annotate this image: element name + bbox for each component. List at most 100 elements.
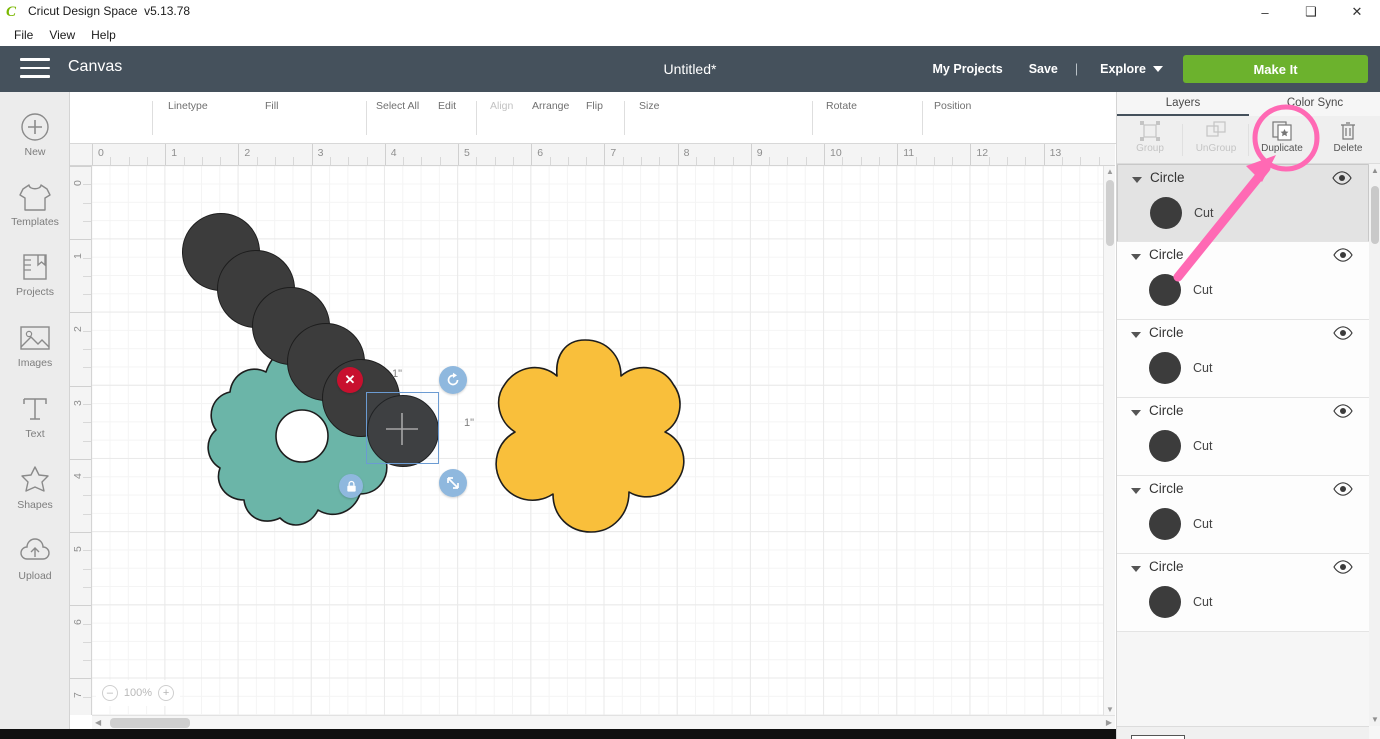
blank-canvas-layer[interactable]: Blank Canvas [1117, 726, 1369, 739]
tshirt-icon [0, 180, 70, 214]
layer-name: Circle [1149, 481, 1184, 496]
group-label: Group [1136, 143, 1164, 154]
tab-color-sync[interactable]: Color Sync [1249, 92, 1380, 116]
resize-handle-icon[interactable] [439, 469, 467, 497]
scroll-right-arrow-icon[interactable]: ▶ [1106, 718, 1112, 727]
layer-expand-caret-icon[interactable] [1132, 177, 1142, 183]
layer-row[interactable]: Circle Cut [1117, 320, 1369, 398]
layer-row[interactable]: Circle Cut [1117, 242, 1369, 320]
sidebar-item-shapes[interactable]: Shapes [0, 463, 70, 511]
layer-row[interactable]: Circle Cut [1117, 398, 1369, 476]
explore-dropdown[interactable]: Explore [1082, 62, 1169, 76]
ruler-tick [1043, 144, 1045, 165]
ruler-tick [70, 678, 91, 680]
save-button[interactable]: Save [1016, 62, 1071, 76]
layer-row[interactable]: Circle Cut [1117, 476, 1369, 554]
menu-file[interactable]: File [6, 26, 41, 44]
layer-color-swatch[interactable] [1149, 274, 1181, 306]
ruler-tick [70, 239, 91, 241]
eye-visible-icon[interactable] [1332, 171, 1352, 188]
sidebar-item-images[interactable]: Images [0, 321, 70, 369]
ruler-tick-minor [83, 257, 91, 259]
minus-circle-icon[interactable]: – [101, 685, 118, 701]
delete-handle-icon[interactable]: ✕ [337, 367, 363, 393]
scroll-up-arrow-icon[interactable]: ▲ [1106, 167, 1114, 176]
ruler-tick-minor [146, 157, 148, 165]
layer-expand-caret-icon[interactable] [1131, 254, 1141, 260]
chevron-down-icon [1153, 66, 1163, 72]
scrollbar-thumb[interactable] [1106, 180, 1114, 246]
position-label: Position [934, 100, 972, 112]
scroll-down-arrow-icon[interactable]: ▼ [1106, 705, 1114, 714]
ruler-tick-minor [83, 660, 91, 662]
layers-scrollbar[interactable]: ▲ ▼ [1369, 164, 1380, 726]
eye-visible-icon[interactable] [1333, 326, 1353, 345]
tab-layers[interactable]: Layers [1117, 92, 1249, 116]
eye-visible-icon[interactable] [1333, 482, 1353, 501]
scrollbar-thumb[interactable] [110, 718, 190, 728]
plus-circle-icon[interactable]: + [158, 685, 175, 701]
right-panel: Layers Color Sync Group UnGroup Duplicat… [1116, 92, 1380, 739]
align-label: Align [490, 100, 514, 112]
ruler-tick-minor [83, 550, 91, 552]
minimize-icon[interactable]: – [1242, 0, 1288, 24]
restore-icon[interactable]: ❑ [1288, 0, 1334, 24]
layer-expand-caret-icon[interactable] [1131, 488, 1141, 494]
ruler-tick-minor [439, 157, 441, 165]
ruler-tick [92, 144, 93, 165]
layers-list[interactable]: Circle Cut Circle Cut Circle Cut Circle Cut Circ… [1117, 164, 1369, 726]
layer-color-swatch[interactable] [1149, 352, 1181, 384]
layer-expand-caret-icon[interactable] [1131, 410, 1141, 416]
layer-expand-caret-icon[interactable] [1131, 566, 1141, 572]
ruler-label: 0 [98, 147, 104, 159]
layer-row[interactable]: Circle Cut [1117, 554, 1369, 632]
lock-handle-icon[interactable] [339, 474, 363, 498]
shapes-star-icon [0, 463, 70, 497]
ruler-tick [70, 166, 91, 167]
rotate-handle-icon[interactable] [439, 366, 467, 394]
layer-color-swatch[interactable] [1150, 197, 1182, 229]
ruler-tick-minor [83, 495, 91, 497]
scrollbar-thumb[interactable] [1371, 186, 1379, 244]
design-canvas[interactable]: 1" 1" ✕ [92, 166, 1115, 715]
sidebar-item-new[interactable]: New [0, 110, 70, 158]
ruler-tick-minor [83, 477, 91, 479]
sidebar-item-text[interactable]: Text [0, 392, 70, 440]
layer-color-swatch[interactable] [1149, 430, 1181, 462]
make-it-button[interactable]: Make It [1183, 55, 1368, 83]
left-sidebar: New Templates Projects Images Text Shape… [0, 92, 70, 739]
ruler-tick-minor [83, 586, 91, 588]
layer-name: Circle [1149, 559, 1184, 574]
close-icon[interactable]: ✕ [1334, 0, 1380, 24]
menu-view[interactable]: View [41, 26, 83, 44]
ruler-tick-minor [329, 157, 331, 165]
canvas-horizontal-scrollbar[interactable]: ◀ ▶ [92, 715, 1115, 729]
layer-color-swatch[interactable] [1149, 508, 1181, 540]
menu-bar: File View Help [0, 24, 1380, 46]
sidebar-item-projects[interactable]: Projects [0, 250, 70, 298]
layer-color-swatch[interactable] [1149, 586, 1181, 618]
sidebar-item-upload[interactable]: Upload [0, 534, 70, 582]
ruler-tick [311, 144, 313, 165]
ruler-tick [897, 144, 899, 165]
eye-visible-icon[interactable] [1333, 560, 1353, 579]
scroll-down-arrow-icon[interactable]: ▼ [1371, 715, 1379, 724]
scroll-left-arrow-icon[interactable]: ◀ [95, 718, 101, 727]
scroll-up-arrow-icon[interactable]: ▲ [1371, 166, 1379, 175]
delete-button[interactable]: Delete [1315, 116, 1380, 163]
eye-visible-icon[interactable] [1333, 404, 1353, 423]
canvas-vertical-scrollbar[interactable]: ▲ ▼ [1103, 166, 1115, 715]
layer-row[interactable]: Circle Cut [1117, 164, 1369, 242]
fill-label: Fill [265, 100, 279, 112]
duplicate-button[interactable]: Duplicate [1249, 116, 1315, 163]
layer-expand-caret-icon[interactable] [1131, 332, 1141, 338]
sidebar-item-templates[interactable]: Templates [0, 180, 70, 228]
eye-visible-icon[interactable] [1333, 248, 1353, 267]
ruler-tick-minor [659, 157, 661, 165]
trash-icon [1315, 119, 1380, 143]
menu-help[interactable]: Help [83, 26, 124, 44]
window-title-bar: C Cricut Design Space v5.13.78 – ❑ ✕ [0, 0, 1380, 24]
ruler-tick-minor [1025, 157, 1027, 165]
yellow-flower-shape[interactable] [473, 334, 698, 566]
my-projects-link[interactable]: My Projects [920, 62, 1016, 76]
